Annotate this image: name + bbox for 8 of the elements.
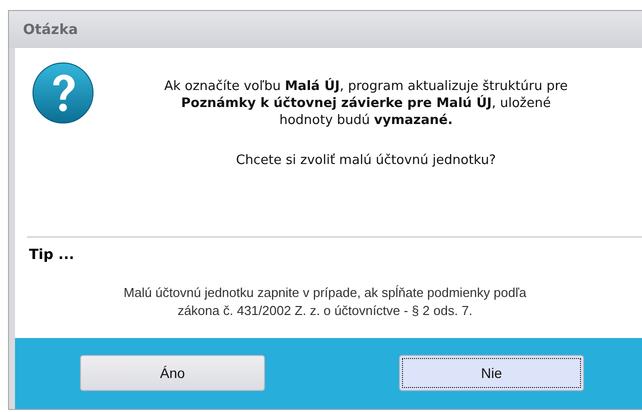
dialog-button[interactable]: Nie [399, 355, 584, 391]
message-text: Ak označíte voľbu Malá ÚJ, program aktualizuje štruktúru pre Poznámky k účtovnej závierke pre Malú ÚJ, uložené hodnoty budú vymazané. [163, 78, 569, 129]
tip-heading: Tip ... [29, 247, 74, 263]
window-title: Otázka [23, 22, 78, 38]
question-icon [32, 62, 94, 124]
tip-text: Malú účtovnú jednotku zapnite v prípade, ak spĺňate podmienky podľa zákona č. 431/2002 Z. z. o účtovníctve - § 2 ods. 7. [122, 284, 528, 320]
dialog-button[interactable]: Áno [80, 355, 265, 391]
question-text: Chcete si zvoliť malú účtovnú jednotku? [235, 152, 497, 169]
